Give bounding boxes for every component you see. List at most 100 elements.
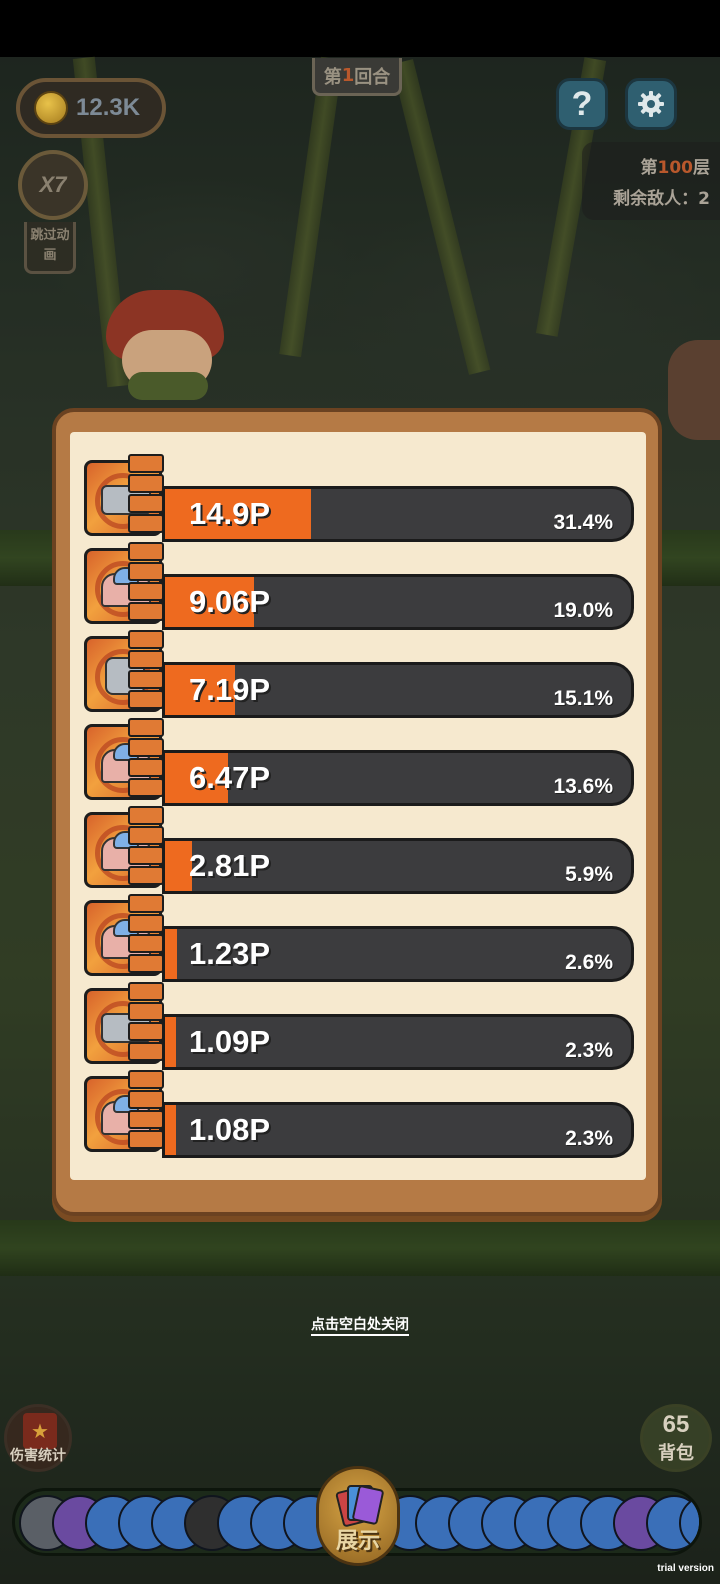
mini-card	[128, 454, 164, 473]
mini-card	[128, 806, 164, 825]
hero-character	[100, 290, 230, 420]
damage-value: 7.19P	[189, 672, 271, 707]
mini-card	[128, 778, 164, 797]
mini-card	[128, 630, 164, 649]
damage-percent: 2.6%	[565, 951, 613, 974]
mini-card	[128, 894, 164, 913]
damage-value: 9.06P	[189, 584, 271, 619]
damage-bar: 1.09P 2.3%	[162, 1014, 634, 1070]
mini-card	[128, 914, 164, 933]
damage-bar: 2.81P 5.9%	[162, 838, 634, 894]
round-prefix: 第	[323, 66, 342, 88]
damage-value: 14.9P	[189, 496, 271, 531]
round-number: 1	[341, 65, 355, 86]
speed-label: X7	[39, 172, 67, 197]
round-indicator: 第 1 回合	[312, 58, 402, 96]
mini-card	[128, 474, 164, 493]
damage-percent: 13.6%	[553, 775, 613, 798]
damage-row[interactable]: 1.23P 2.6%	[84, 894, 634, 982]
skip-animation-button[interactable]: 跳过动画	[24, 222, 76, 274]
coin-icon	[34, 91, 68, 125]
damage-percent: 15.1%	[553, 687, 613, 710]
floor-prefix: 第	[640, 158, 658, 178]
show-button[interactable]: 展示	[316, 1466, 400, 1566]
equipped-cards-stack	[128, 982, 164, 1064]
damage-value: 1.09P	[189, 1024, 271, 1059]
round-suffix: 回合	[354, 66, 391, 88]
damage-row[interactable]: 1.09P 2.3%	[84, 982, 634, 1070]
damage-value: 6.47P	[189, 760, 271, 795]
damage-bar: 14.9P 31.4%	[162, 486, 634, 542]
mini-card	[128, 1130, 164, 1149]
damage-value: 1.08P	[189, 1112, 271, 1147]
help-button[interactable]: ?	[556, 78, 608, 130]
mini-card	[128, 1042, 164, 1061]
backpack-button[interactable]: 65 背包	[640, 1404, 712, 1472]
damage-percent: 19.0%	[553, 599, 613, 622]
damage-bar: 9.06P 19.0%	[162, 574, 634, 630]
coin-amount: 12.3K	[76, 94, 141, 121]
mini-card	[128, 1022, 164, 1041]
damage-row[interactable]: 7.19P 15.1%	[84, 630, 634, 718]
damage-bar-fill	[165, 1105, 176, 1155]
damage-row[interactable]: 14.9P 31.4%	[84, 454, 634, 542]
damage-bar-fill	[165, 1017, 176, 1067]
equipped-cards-stack	[128, 454, 164, 536]
damage-stats-label: 伤害统计	[10, 1448, 66, 1464]
mini-card	[128, 934, 164, 953]
equipped-cards-stack	[128, 806, 164, 888]
damage-value: 2.81P	[189, 848, 271, 883]
damage-row[interactable]: 1.08P 2.3%	[84, 1070, 634, 1158]
damage-percent: 31.4%	[553, 511, 613, 534]
speed-toggle[interactable]: X7	[18, 150, 88, 220]
enemies-remaining: 剩余敌人：2	[613, 189, 710, 209]
damage-bar: 7.19P 15.1%	[162, 662, 634, 718]
mini-card	[128, 690, 164, 709]
damage-bar: 1.23P 2.6%	[162, 926, 634, 982]
damage-bar-fill	[165, 929, 178, 979]
mini-card	[128, 670, 164, 689]
damage-value: 1.23P	[189, 936, 271, 971]
close-hint[interactable]: 点击空白处关闭	[0, 1314, 720, 1336]
mini-card	[128, 1070, 164, 1089]
mini-card	[128, 542, 164, 561]
damage-stats-button[interactable]: ★ 伤害统计	[4, 1404, 72, 1472]
show-label: 展示	[335, 1529, 380, 1554]
backpack-label: 背包	[658, 1443, 694, 1464]
mini-card	[128, 982, 164, 1001]
damage-bar: 6.47P 13.6%	[162, 750, 634, 806]
floor-suffix: 层	[693, 158, 710, 178]
mini-card	[128, 1090, 164, 1109]
floor-info: 第100层 剩余敌人：2	[582, 142, 720, 220]
equipped-cards-stack	[128, 718, 164, 800]
damage-percent: 2.3%	[565, 1039, 613, 1062]
damage-row[interactable]: 9.06P 19.0%	[84, 542, 634, 630]
gear-icon	[638, 91, 664, 117]
mini-card	[128, 562, 164, 581]
damage-stats-panel: 14.9P 31.4% 9.06P 19.0% 7.19P 15.1% 6.47P 13.6%…	[52, 408, 662, 1216]
damage-row[interactable]: 6.47P 13.6%	[84, 718, 634, 806]
close-hint-text: 点击空白处关闭	[311, 1317, 409, 1336]
mini-card	[128, 738, 164, 757]
equipped-cards-stack	[128, 630, 164, 712]
equipped-cards-stack	[128, 1070, 164, 1152]
mini-card	[128, 494, 164, 513]
mini-card	[128, 514, 164, 533]
damage-percent: 2.3%	[565, 1127, 613, 1150]
mini-card	[128, 650, 164, 669]
enemy-character	[668, 340, 720, 440]
skip-animation-label: 跳过动画	[30, 228, 70, 263]
help-icon: ?	[571, 84, 593, 123]
mini-card	[128, 602, 164, 621]
floor-label: 第100层	[641, 153, 711, 178]
damage-percent: 5.9%	[565, 863, 613, 886]
settings-button[interactable]	[625, 78, 677, 130]
coin-counter: 12.3K	[16, 78, 166, 138]
hero-scarf	[128, 372, 208, 400]
mini-card	[128, 1110, 164, 1129]
damage-row[interactable]: 2.81P 5.9%	[84, 806, 634, 894]
mini-card	[128, 1002, 164, 1021]
mini-card	[128, 846, 164, 865]
equipped-cards-stack	[128, 542, 164, 624]
damage-bar: 1.08P 2.3%	[162, 1102, 634, 1158]
